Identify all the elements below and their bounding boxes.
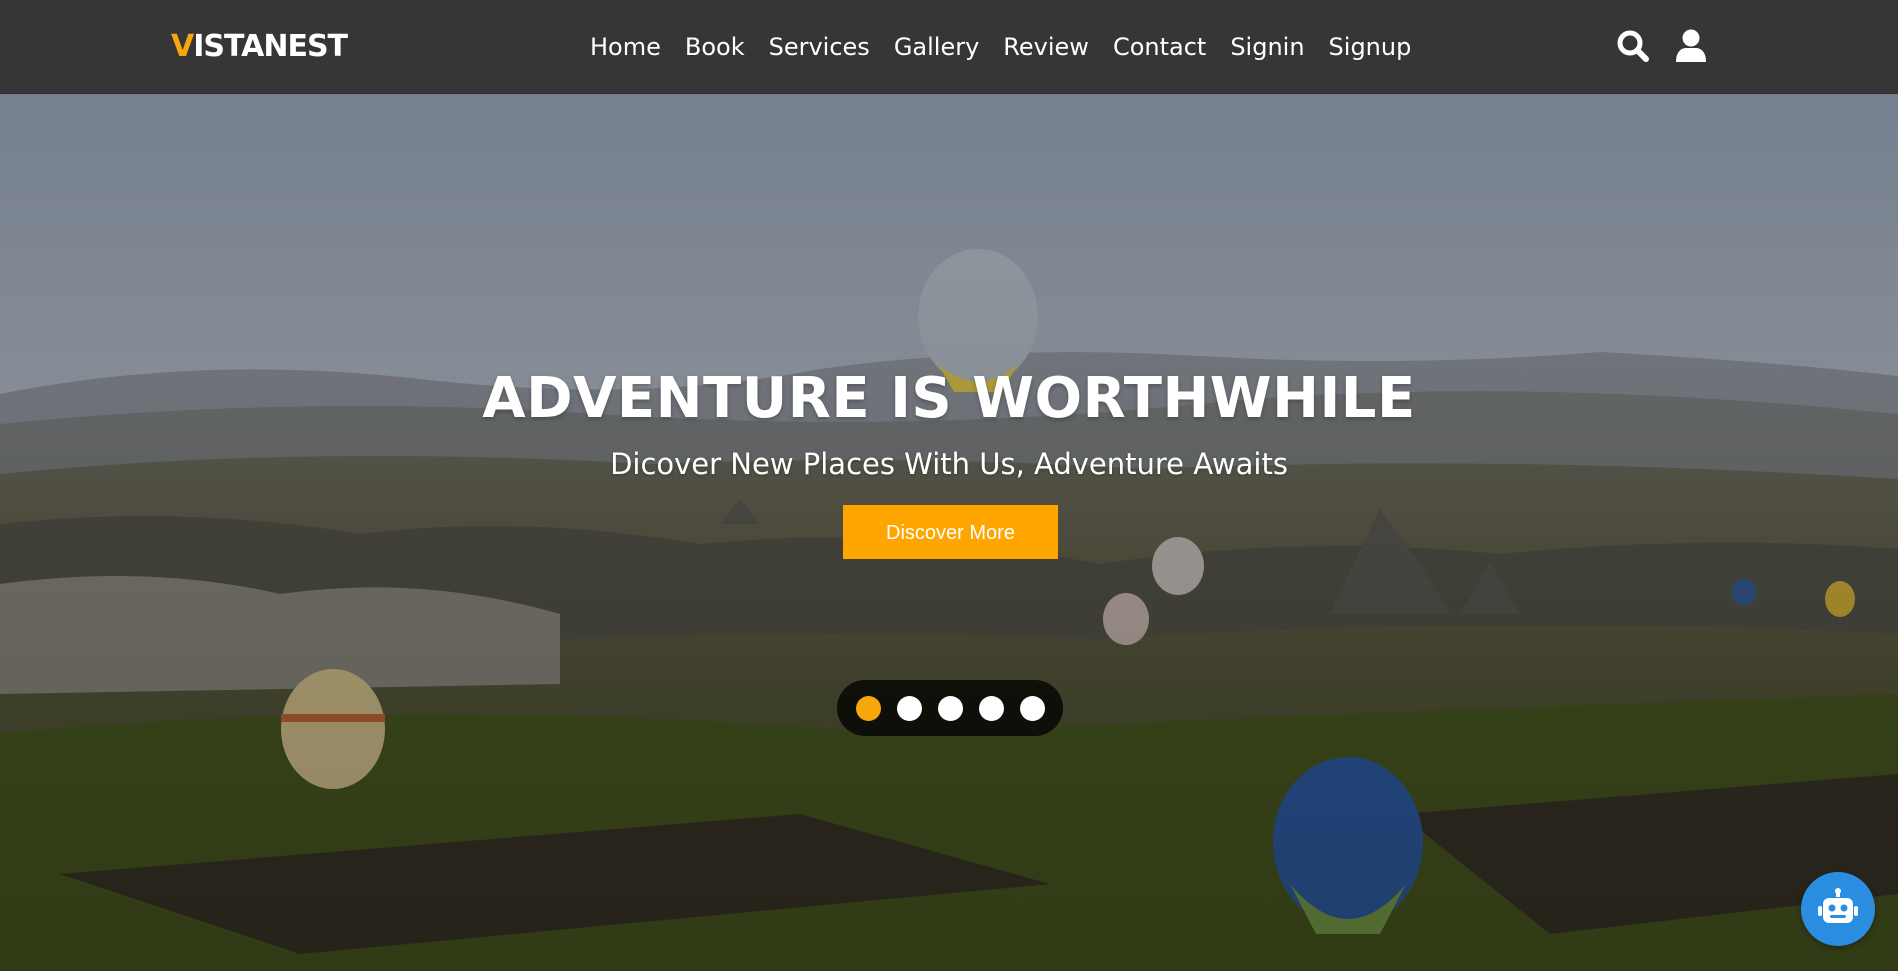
hero-banner: ADVENTURE IS WORTHWHILE Dicover New Plac…	[0, 94, 1898, 971]
brand-logo[interactable]: VISTANEST	[171, 27, 348, 67]
brand-logo-first-letter: V	[171, 29, 194, 64]
user-button[interactable]	[1673, 28, 1709, 64]
nav-link-signup[interactable]: Signup	[1329, 27, 1412, 67]
robot-icon	[1818, 888, 1858, 923]
search-button[interactable]	[1615, 28, 1651, 64]
navbar: VISTANEST Home Book Services Gallery Rev…	[0, 0, 1898, 94]
chatbot-button[interactable]	[1801, 872, 1875, 946]
hero-subtitle: Dicover New Places With Us, Adventure Aw…	[610, 447, 1288, 481]
slider-dots	[837, 680, 1063, 736]
slider-dot-2[interactable]	[896, 695, 922, 721]
brand-logo-rest: ISTANEST	[193, 29, 348, 64]
nav-link-home[interactable]: Home	[590, 27, 661, 67]
nav-link-gallery[interactable]: Gallery	[894, 27, 979, 67]
slider-dot-5[interactable]	[1019, 695, 1045, 721]
hero-title: ADVENTURE IS WORTHWHILE	[482, 366, 1416, 431]
nav-links: Home Book Services Gallery Review Contac…	[590, 27, 1411, 67]
nav-link-signin[interactable]: Signin	[1230, 27, 1304, 67]
search-icon	[1617, 30, 1649, 62]
user-icon	[1676, 29, 1706, 62]
nav-link-review[interactable]: Review	[1003, 27, 1089, 67]
slider-dot-3[interactable]	[937, 695, 963, 721]
discover-more-button[interactable]: Discover More	[843, 505, 1058, 559]
nav-link-book[interactable]: Book	[685, 27, 745, 67]
slider-dot-1[interactable]	[855, 695, 881, 721]
nav-link-services[interactable]: Services	[769, 27, 870, 67]
nav-link-contact[interactable]: Contact	[1113, 27, 1206, 67]
slider-dot-4[interactable]	[978, 695, 1004, 721]
